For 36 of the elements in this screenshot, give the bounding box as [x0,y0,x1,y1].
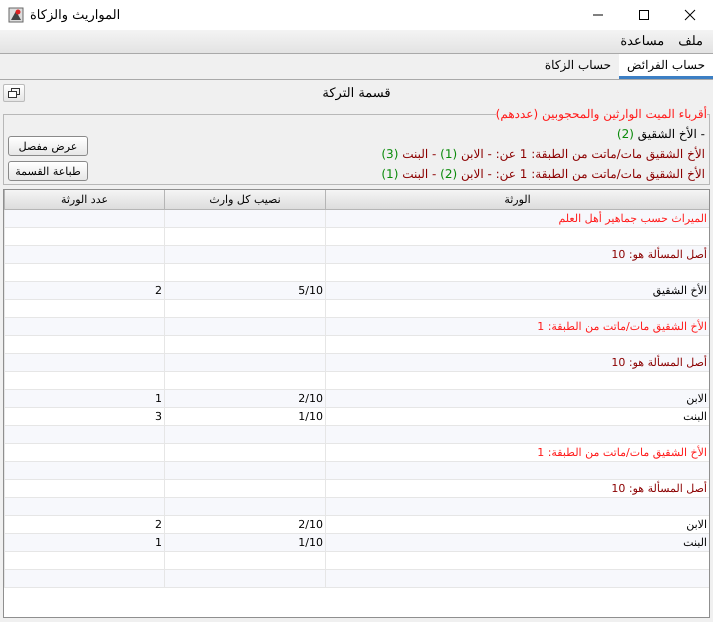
table-cell: 1 [4,390,164,408]
restore-button[interactable] [3,84,25,102]
menu-item[interactable]: مساعدة [618,34,666,49]
table-cell: الأخ الشقيق مات/ماتت من الطبقة: 1 [325,444,709,462]
section-heading: قسمة التركة [321,86,392,100]
table-cell: الابن [325,516,709,534]
table-cell: 5/10 [164,282,325,300]
table-cell: 2 [4,516,164,534]
table-cell: الميراث حسب جماهير أهل العلم [325,210,709,228]
table-cell: أصل المسألة هو: 10 [325,246,709,264]
table-cell: 1/10 [164,534,325,552]
table-cell: البنت [325,534,709,552]
table-cell: أصل المسألة هو: 10 [325,480,709,498]
table-cell: 2/10 [164,390,325,408]
app-icon [8,7,24,23]
table-cell: الأخ الشقيق [325,282,709,300]
windows-icon [8,88,20,98]
column-header[interactable]: عدد الورثة [4,190,164,210]
table-cell: 1/10 [164,408,325,426]
table-cell: الأخ الشقيق مات/ماتت من الطبقة: 1 [325,318,709,336]
window-title: المواريث والزكاة [30,8,120,22]
table-cell: البنت [325,408,709,426]
table-cell: 1 [4,534,164,552]
tab[interactable]: حساب الفرائض [619,54,713,79]
table-cell: 2/10 [164,516,325,534]
menu-item[interactable]: ملف [676,34,705,49]
table-cell: 2 [4,282,164,300]
tab[interactable]: حساب الزكاة [536,54,620,79]
column-header[interactable]: الورثة [325,190,709,210]
column-header[interactable]: نصيب كل وارث [164,190,325,210]
table-cell: 3 [4,408,164,426]
action-button[interactable]: عرض مفصل [8,136,88,156]
action-button[interactable]: طباعة القسمة [8,161,88,181]
table-cell: أصل المسألة هو: 10 [325,354,709,372]
group-legend: أقرباء الميت الوارثين والمحجوبين (عددهم) [496,107,707,121]
table-cell: الابن [325,390,709,408]
